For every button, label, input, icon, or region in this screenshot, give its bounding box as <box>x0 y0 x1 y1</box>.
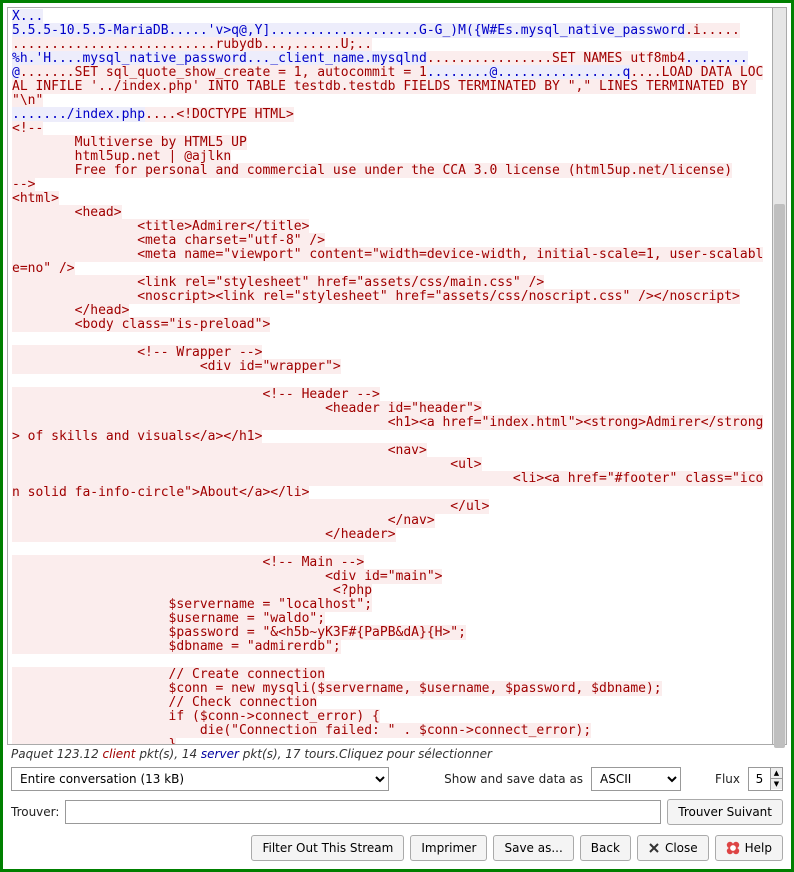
find-next-label: Trouver Suivant <box>678 805 772 819</box>
save-as-label: Save as... <box>504 841 562 855</box>
flux-down-icon[interactable]: ▼ <box>771 779 782 789</box>
help-icon <box>726 841 740 855</box>
help-button[interactable]: Help <box>715 835 783 861</box>
flux-up-icon[interactable]: ▲ <box>771 768 782 779</box>
close-label: Close <box>665 841 698 855</box>
find-input[interactable] <box>65 800 661 824</box>
server-data-segment: X... 5.5.5-10.5.5-MariaDB.....'v>q@,Y]..… <box>12 9 685 38</box>
server-data-segment: ........@................q <box>427 65 631 80</box>
back-label: Back <box>591 841 620 855</box>
close-button[interactable]: Close <box>637 835 709 861</box>
filter-label: Filter Out This Stream <box>262 841 393 855</box>
summary-mid1: pkt(s), 14 <box>136 747 201 761</box>
tcp-stream-content[interactable]: X... 5.5.5-10.5.5-MariaDB.....'v>q@,Y]..… <box>7 7 773 745</box>
summary-prefix: Paquet 123.12 <box>11 747 103 761</box>
encoding-select[interactable]: ASCII <box>591 767 681 791</box>
save-as-button[interactable]: Save as... <box>493 835 573 861</box>
print-label: Imprimer <box>421 841 476 855</box>
find-next-button[interactable]: Trouver Suivant <box>667 799 783 825</box>
content-scrollbar[interactable] <box>773 7 787 745</box>
find-label: Trouver: <box>11 805 59 819</box>
client-data-segment: ....<!DOCTYPE HTML> <!-- Multiverse by H… <box>12 107 763 745</box>
summary-server-word: server <box>201 747 239 761</box>
client-data-segment: ................SET NAMES utf8mb4 <box>427 51 685 66</box>
flux-input[interactable] <box>748 767 770 791</box>
client-data-segment: .......SET sql_quote_show_create = 1, au… <box>20 65 427 80</box>
summary-tail: Cliquez pour sélectionner <box>339 747 492 761</box>
help-label: Help <box>745 841 772 855</box>
print-button[interactable]: Imprimer <box>410 835 487 861</box>
packet-summary-line[interactable]: Paquet 123.12 client pkt(s), 14 server p… <box>3 745 791 763</box>
summary-client-word: client <box>103 747 136 761</box>
back-button[interactable]: Back <box>580 835 631 861</box>
server-data-segment: %h.'H....mysql_native_password..._client… <box>12 51 427 66</box>
conversation-select[interactable]: Entire conversation (13 kB) <box>11 767 389 791</box>
flux-spinner[interactable]: ▲ ▼ <box>748 767 783 791</box>
scroll-thumb[interactable] <box>774 204 785 748</box>
close-icon <box>648 842 660 854</box>
server-data-segment: ......./index.php <box>12 107 145 122</box>
flux-label: Flux <box>715 772 740 786</box>
summary-mid2: pkt(s), 17 tours. <box>239 747 339 761</box>
filter-out-stream-button[interactable]: Filter Out This Stream <box>251 835 404 861</box>
show-save-label: Show and save data as <box>444 772 583 786</box>
